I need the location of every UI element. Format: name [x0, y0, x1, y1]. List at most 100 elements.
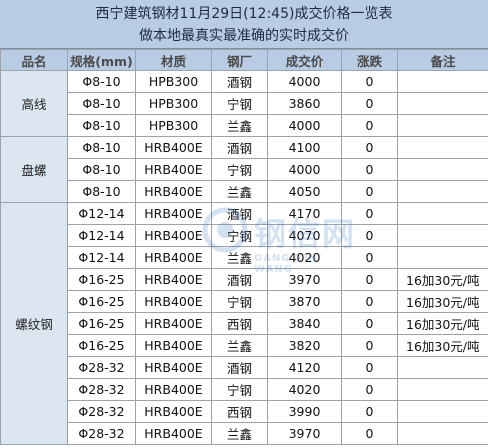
remark-cell [397, 180, 488, 203]
change-cell: 0 [341, 356, 398, 379]
header-cell-change: 涨跌 [341, 49, 398, 71]
change-cell: 0 [341, 158, 398, 181]
grade-cell: HPB300 [135, 70, 212, 93]
remark-cell [397, 378, 488, 401]
remark-cell [397, 356, 488, 379]
price-cell: 4050 [267, 180, 342, 203]
change-cell: 0 [341, 312, 398, 335]
spec-cell: Φ28-32 [67, 400, 136, 423]
table-row: 高线 Φ8-10 HPB300 酒钢 4000 0 [0, 70, 488, 137]
change-cell: 0 [341, 290, 398, 313]
price-cell: 3870 [267, 290, 342, 313]
price-cell: 3990 [267, 400, 342, 423]
mill-cell: 酒钢 [211, 268, 268, 291]
page-subtitle: 做本地最真实最准确的实时成交价 [139, 28, 349, 44]
table-row: 螺纹钢 Φ12-14 HRB400E 酒钢 4170 0 [0, 202, 488, 445]
remark-cell [397, 422, 488, 445]
table-row: Φ16-25 HRB400E 宁钢 3870 0 16加30元/吨 [1, 290, 488, 313]
price-cell: 4000 [267, 158, 342, 181]
grade-cell: HRB400E [135, 268, 212, 291]
grade-cell: HPB300 [135, 114, 212, 137]
change-cell: 0 [341, 224, 398, 247]
mill-cell: 酒钢 [211, 136, 268, 159]
mill-cell: 西钢 [211, 312, 268, 335]
table-row: Φ28-32 HRB400E 宁钢 4020 0 [1, 378, 488, 401]
grade-cell: HRB400E [135, 356, 212, 379]
spec-cell: Φ16-25 [67, 268, 136, 291]
grade-cell: HRB400E [135, 180, 212, 203]
table-row: Φ8-10 HRB400E 宁钢 4000 0 [1, 158, 488, 181]
grade-cell: HRB400E [135, 202, 212, 225]
table-row: Φ28-32 HRB400E 酒钢 4120 0 [1, 356, 488, 379]
remark-cell [397, 70, 488, 93]
page-title: 西宁建筑钢材11月29日(12:45)成交价格一览表 [95, 6, 393, 22]
title-block: 西宁建筑钢材11月29日(12:45)成交价格一览表 做本地最真实最准确的实时成… [0, 0, 488, 49]
mill-cell: 兰鑫 [211, 422, 268, 445]
header-cell-mill: 钢厂 [211, 49, 268, 71]
header-cell-product: 品名 [0, 49, 68, 71]
mill-cell: 西钢 [211, 400, 268, 423]
grade-cell: HRB400E [135, 136, 212, 159]
product-name-cell: 螺纹钢 [0, 202, 68, 445]
mill-cell: 宁钢 [211, 290, 268, 313]
table-row: Φ8-10 HPB300 宁钢 3860 0 [1, 92, 488, 115]
change-cell: 0 [341, 136, 398, 159]
table-row: Φ8-10 HPB300 兰鑫 4000 0 [1, 114, 488, 137]
table-row: Φ8-10 HRB400E 兰鑫 4050 0 [1, 180, 488, 203]
header-cell-price: 成交价 [267, 49, 342, 71]
price-cell: 3970 [267, 268, 342, 291]
change-cell: 0 [341, 268, 398, 291]
spec-cell: Φ8-10 [67, 136, 136, 159]
table-row: Φ16-25 HRB400E 酒钢 3970 0 16加30元/吨 [1, 268, 488, 291]
spec-cell: Φ8-10 [67, 180, 136, 203]
product-name-cell: 高线 [0, 70, 68, 137]
grade-cell: HRB400E [135, 246, 212, 269]
change-cell: 0 [341, 202, 398, 225]
price-cell: 3840 [267, 312, 342, 335]
price-cell: 3820 [267, 334, 342, 357]
mill-cell: 兰鑫 [211, 334, 268, 357]
price-cell: 4000 [267, 70, 342, 93]
remark-cell: 16加30元/吨 [397, 312, 488, 335]
spec-cell: Φ28-32 [67, 422, 136, 445]
table-row: Φ16-25 HRB400E 西钢 3840 0 16加30元/吨 [1, 312, 488, 335]
price-cell: 4100 [267, 136, 342, 159]
table-row: Φ16-25 HRB400E 兰鑫 3820 0 16加30元/吨 [1, 334, 488, 357]
spec-cell: Φ16-25 [67, 290, 136, 313]
price-cell: 3970 [267, 422, 342, 445]
grade-cell: HRB400E [135, 224, 212, 247]
price-cell: 4170 [267, 202, 342, 225]
table-row: Φ12-14 HRB400E 宁钢 4070 0 [1, 224, 488, 247]
mill-cell: 宁钢 [211, 158, 268, 181]
spec-cell: Φ12-14 [67, 246, 136, 269]
grade-cell: HRB400E [135, 312, 212, 335]
remark-cell: 16加30元/吨 [397, 334, 488, 357]
spec-cell: Φ16-25 [67, 334, 136, 357]
header-cell-grade: 材质 [135, 49, 212, 71]
spec-cell: Φ12-14 [67, 202, 136, 225]
grade-cell: HPB300 [135, 92, 212, 115]
mill-cell: 宁钢 [211, 378, 268, 401]
mill-cell: 酒钢 [211, 202, 268, 225]
change-cell: 0 [341, 400, 398, 423]
remark-cell [397, 92, 488, 115]
remark-cell [397, 246, 488, 269]
header-cell-remark: 备注 [397, 49, 488, 71]
spec-cell: Φ28-32 [67, 356, 136, 379]
spec-cell: Φ8-10 [67, 158, 136, 181]
remark-cell [397, 158, 488, 181]
remark-cell: 16加30元/吨 [397, 290, 488, 313]
remark-cell [397, 114, 488, 137]
header-cell-spec: 规格(mm) [67, 49, 136, 71]
table-row: 盘螺 Φ8-10 HRB400E 酒钢 4100 0 [0, 136, 488, 203]
price-cell: 4000 [267, 114, 342, 137]
change-cell: 0 [341, 378, 398, 401]
change-cell: 0 [341, 334, 398, 357]
spec-cell: Φ12-14 [67, 224, 136, 247]
spec-cell: Φ8-10 [67, 70, 136, 93]
grade-cell: HRB400E [135, 158, 212, 181]
price-table: 品名 规格(mm) 材质 钢厂 成交价 涨跌 备注 高线 Φ8-10 HPB300 酒… [0, 49, 488, 445]
table-row: Φ28-32 HRB400E 兰鑫 3970 0 [1, 422, 488, 445]
mill-cell: 兰鑫 [211, 180, 268, 203]
remark-cell [397, 136, 488, 159]
